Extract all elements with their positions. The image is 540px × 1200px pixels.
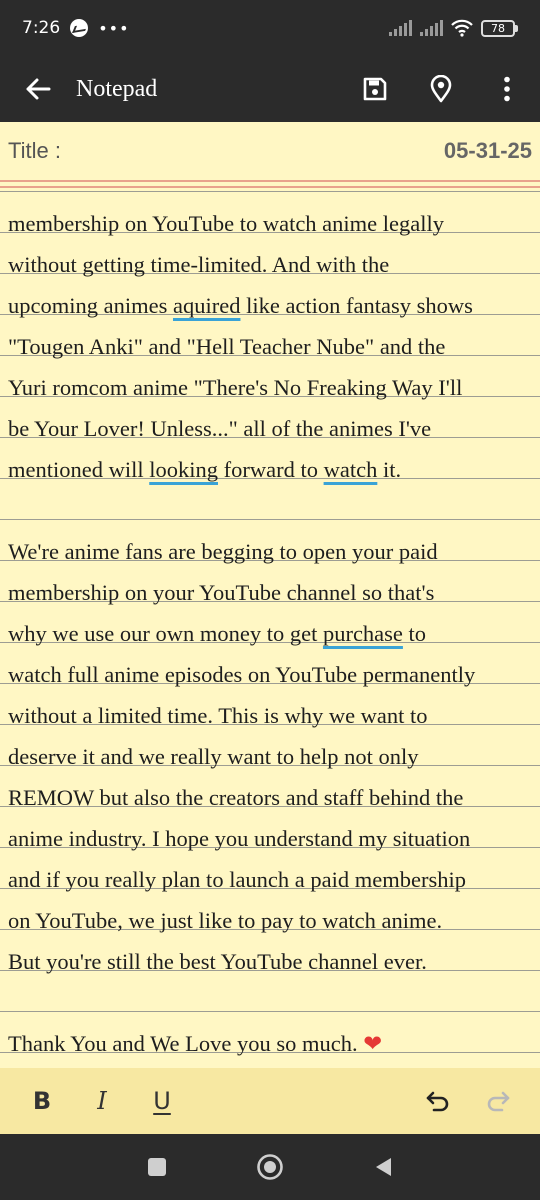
battery-level: 78 (481, 19, 515, 37)
signal-icon (420, 20, 443, 36)
system-navigation-bar (0, 1134, 540, 1200)
note-text: "Tougen Anki" and "Hell Teacher Nube" an… (8, 334, 446, 359)
home-circle-icon (257, 1154, 283, 1180)
note-line: upcoming animes aquired like action fant… (8, 285, 532, 326)
note-title-label: Title : (8, 138, 61, 163)
arrow-left-icon (26, 78, 51, 100)
note-text: without a limited time. This is why we w… (8, 703, 428, 728)
wifi-icon (451, 19, 473, 37)
note-text: anime industry. I hope you understand my… (8, 826, 471, 851)
location-pin-icon (430, 75, 452, 103)
note-blank-line (8, 982, 532, 1023)
more-options-button[interactable] (474, 56, 540, 122)
signal-icon (389, 20, 412, 36)
history-controls (408, 1071, 528, 1131)
note-text: Yuri romcom anime "There's No Freaking W… (8, 375, 463, 400)
note-line: But you're still the best YouTube channe… (8, 941, 532, 982)
note-text: membership on YouTube to watch anime leg… (8, 211, 445, 236)
note-text: forward to (218, 457, 324, 482)
back-button[interactable] (0, 56, 76, 122)
note-text: deserve it and we really want to help no… (8, 744, 419, 769)
note-line: mentioned will looking forward to watch … (8, 449, 532, 490)
underline-button[interactable]: U (132, 1071, 192, 1131)
note-line: "Tougen Anki" and "Hell Teacher Nube" an… (8, 326, 532, 367)
note-text: without getting time-limited. And with t… (8, 252, 390, 277)
note-line: Yuri romcom anime "There's No Freaking W… (8, 367, 532, 408)
note-line: on YouTube, we just like to pay to watch… (8, 900, 532, 941)
back-nav-button[interactable] (353, 1137, 413, 1197)
title-divider (0, 180, 540, 182)
note-text: like action fantasy shows (240, 293, 473, 318)
app-title: Notepad (76, 75, 158, 102)
note-text-editor[interactable]: membership on YouTube to watch anime leg… (0, 188, 540, 1068)
status-right: 78 (389, 19, 518, 37)
note-line: deserve it and we really want to help no… (8, 736, 532, 777)
note-line: membership on your YouTube channel so th… (8, 572, 532, 613)
note-line: REMOW but also the creators and staff be… (8, 777, 532, 818)
undo-icon (426, 1091, 449, 1112)
format-toolbar: B I U (0, 1068, 540, 1134)
note-line: anime industry. I hope you understand my… (8, 818, 532, 859)
home-button[interactable] (240, 1137, 300, 1197)
notification-more-icon: ••• (98, 18, 130, 38)
note-line: watch full anime episodes on YouTube per… (8, 654, 532, 695)
back-triangle-icon (376, 1158, 392, 1176)
battery-icon: 78 (481, 19, 518, 37)
redo-button[interactable] (468, 1071, 528, 1131)
note-line: We're anime fans are begging to open you… (8, 531, 532, 572)
note-text: why we use our own money to get (8, 621, 323, 646)
misspelled-word: aquired (172, 293, 241, 318)
note-text: be Your Lover! Unless..." all of the ani… (8, 416, 432, 441)
status-left: 7:26 ••• (22, 18, 130, 38)
redo-icon (487, 1091, 510, 1112)
note-line: without a limited time. This is why we w… (8, 695, 532, 736)
note-text: But you're still the best YouTube channe… (8, 949, 427, 974)
note-text: membership on your YouTube channel so th… (8, 580, 435, 605)
note-title-row[interactable]: Title : 05-31-25 (0, 122, 540, 180)
note-text: and if you really plan to launch a paid … (8, 867, 466, 892)
note-text: it. (377, 457, 402, 482)
italic-button[interactable]: I (72, 1071, 132, 1131)
status-bar: 7:26 ••• 78 (0, 0, 540, 56)
misspelled-word: watch (323, 457, 378, 482)
note-line: why we use our own money to get purchase… (8, 613, 532, 654)
save-icon (363, 77, 387, 101)
recents-square-icon (147, 1158, 166, 1176)
note-text: upcoming animes (8, 293, 173, 318)
heart-emoji: ❤ (363, 1031, 383, 1057)
save-button[interactable] (342, 56, 408, 122)
note-line: Thank You and We Love you so much. ❤ (8, 1023, 532, 1064)
note-blank-line (8, 490, 532, 531)
note-line: and if you really plan to launch a paid … (8, 859, 532, 900)
bold-button[interactable]: B (12, 1071, 72, 1131)
app-bar: Notepad (0, 56, 540, 122)
undo-button[interactable] (408, 1071, 468, 1131)
more-vert-icon (504, 76, 510, 102)
note-line: membership on YouTube to watch anime leg… (8, 203, 532, 244)
note-text: on YouTube, we just like to pay to watch… (8, 908, 443, 933)
note-line: be Your Lover! Unless..." all of the ani… (8, 408, 532, 449)
note-text: watch full anime episodes on YouTube per… (8, 662, 476, 687)
note-text: to (402, 621, 427, 646)
misspelled-word: looking (149, 457, 218, 482)
status-time: 7:26 (22, 18, 61, 38)
misspelled-word: purchase (322, 621, 403, 646)
recents-button[interactable] (127, 1137, 187, 1197)
app-actions (342, 56, 540, 122)
note-text: We're anime fans are begging to open you… (8, 539, 438, 564)
location-button[interactable] (408, 56, 474, 122)
note-text: Thank You and We Love you so much. (8, 1031, 364, 1056)
note-date: 05-31-25 (443, 138, 532, 163)
note-line: without getting time-limited. And with t… (8, 244, 532, 285)
note-text: REMOW but also the creators and staff be… (8, 785, 464, 810)
messenger-icon (70, 19, 89, 37)
note-text: mentioned will (8, 457, 150, 482)
